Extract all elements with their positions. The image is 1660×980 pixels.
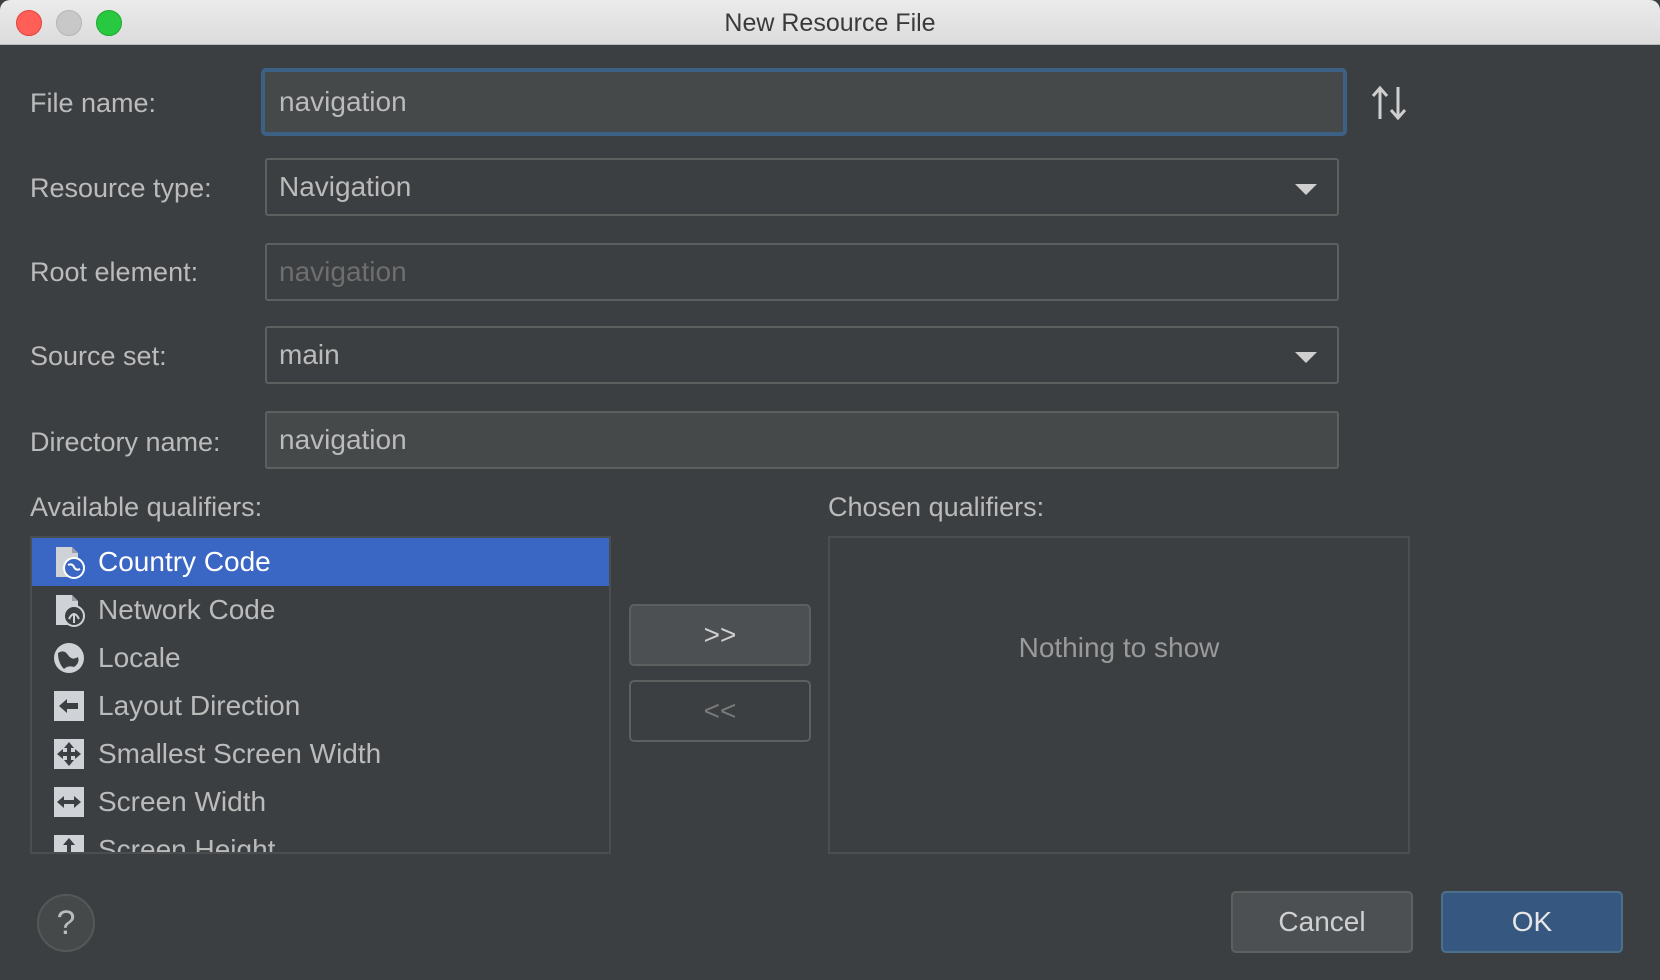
directory-name-value: navigation [279, 424, 407, 455]
root-element-placeholder: navigation [279, 256, 407, 287]
country-code-icon [56, 547, 85, 579]
sort-icon[interactable] [1368, 83, 1410, 123]
screen-height-icon [54, 835, 84, 852]
directory-name-input[interactable]: navigation [265, 411, 1339, 469]
list-item-country-code[interactable]: Country Code [32, 538, 609, 586]
window-title: New Resource File [724, 9, 936, 37]
source-set-label: Source set: [30, 341, 167, 371]
list-item-screen-height[interactable]: Screen Height [32, 826, 609, 854]
resource-type-select[interactable]: Navigation [265, 158, 1339, 216]
file-name-input[interactable]: navigation [261, 68, 1347, 136]
remove-qualifier-button[interactable]: << [629, 680, 811, 742]
qualifier-label: Layout Direction [98, 690, 301, 721]
root-element-label: Root element: [30, 257, 199, 287]
chosen-qualifiers-list[interactable]: Nothing to show [828, 536, 1410, 854]
qualifier-label: Country Code [98, 546, 271, 577]
available-qualifiers-list[interactable]: Country Code Network Code Locale Layout … [30, 536, 611, 854]
file-name-label: File name: [30, 88, 157, 118]
empty-state-text: Nothing to show [1018, 632, 1220, 663]
globe-icon [54, 643, 84, 673]
cancel-button[interactable]: Cancel [1231, 891, 1413, 953]
root-element-input: navigation [265, 243, 1339, 301]
screen-width-icon [54, 787, 84, 817]
resource-type-label: Resource type: [30, 173, 212, 203]
help-button[interactable]: ? [37, 894, 95, 952]
network-code-icon [56, 595, 85, 627]
chevron-down-icon [1295, 352, 1317, 363]
list-item-screen-width[interactable]: Screen Width [32, 778, 609, 826]
list-item-locale[interactable]: Locale [32, 634, 609, 682]
resource-type-value: Navigation [279, 171, 412, 202]
list-item-layout-direction[interactable]: Layout Direction [32, 682, 609, 730]
list-item-smallest-screen-width[interactable]: Smallest Screen Width [32, 730, 609, 778]
source-set-value: main [279, 339, 340, 370]
list-item-network-code[interactable]: Network Code [32, 586, 609, 634]
layout-direction-icon [54, 691, 84, 721]
title-bar: New Resource File [0, 0, 1660, 45]
qualifier-label: Screen Width [98, 786, 267, 817]
smallest-width-icon [54, 739, 84, 769]
directory-name-label: Directory name: [30, 427, 221, 457]
qualifier-label: Smallest Screen Width [98, 738, 382, 769]
ok-button[interactable]: OK [1441, 891, 1623, 953]
chosen-qualifiers-label: Chosen qualifiers: [828, 492, 1045, 522]
add-qualifier-button[interactable]: >> [629, 604, 811, 666]
available-qualifiers-label: Available qualifiers: [30, 492, 263, 522]
qualifier-label: Locale [98, 642, 181, 673]
chevron-down-icon [1295, 184, 1317, 195]
file-name-value: navigation [279, 86, 407, 117]
qualifier-label: Screen Height [98, 834, 276, 854]
qualifier-label: Network Code [98, 594, 276, 625]
new-resource-file-dialog: New Resource File File name: navigation … [0, 0, 1660, 980]
source-set-select[interactable]: main [265, 326, 1339, 384]
